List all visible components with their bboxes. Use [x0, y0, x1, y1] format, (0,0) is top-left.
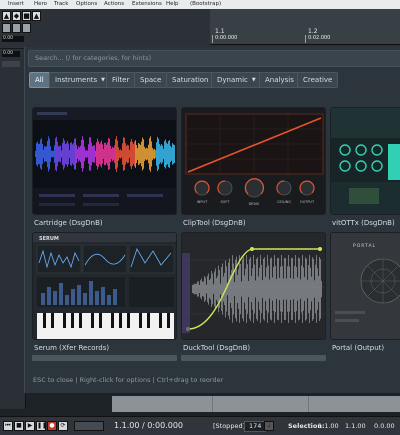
knob-label-input: INPUT — [197, 200, 208, 204]
transport-bar: ⏮ ■ ▶ ❚❚ ● ⟳ 1.1.00 / 0:00.000 [Stopped]… — [0, 416, 400, 435]
menu-insert[interactable]: Insert — [8, 0, 24, 9]
filter-label: Analysis — [265, 76, 294, 84]
portal-logo: PORTAL — [353, 243, 376, 249]
plugin-thumbnail — [32, 107, 177, 215]
plugin-name: Portal (Output) — [332, 344, 385, 352]
filter-label: Filter — [112, 76, 130, 84]
filter-label: Space — [140, 76, 162, 84]
level-display: 0.00 — [2, 36, 24, 42]
menu-track[interactable]: Track — [54, 0, 68, 9]
envelope-tool-icon[interactable]: ◆ — [12, 11, 21, 21]
stop-icon[interactable]: ■ — [14, 421, 24, 431]
transport-position: 1.1.00 / 0:00.000 — [114, 421, 184, 430]
knob-label-soft: SOFT — [220, 200, 230, 204]
plugin-thumbnail: PORTAL — [330, 232, 400, 340]
plugin-thumbnail — [330, 107, 400, 215]
serum-logo: SERUM — [39, 236, 59, 242]
menu-hero[interactable]: Hero — [34, 0, 47, 9]
filter-instruments[interactable]: Instruments ▼ — [49, 72, 112, 88]
lock-icon[interactable] — [22, 23, 31, 33]
grid-line — [212, 396, 213, 412]
metronome-icon[interactable]: ♩ — [264, 421, 274, 431]
plugin-thumbnail — [181, 232, 326, 340]
ruler-mark-1: 1.1 — [215, 28, 225, 35]
plugin-name: vitOTTx (DsgDnB) — [332, 219, 395, 227]
plugin-name: DuckTool (DsgDnB) — [183, 344, 251, 352]
rewind-icon[interactable]: ⏮ — [3, 421, 13, 431]
pause-icon[interactable]: ❚❚ — [36, 421, 47, 431]
track-volume-display: 0.00 — [2, 51, 20, 57]
filter-filter[interactable]: Filter — [106, 72, 136, 88]
menu-help[interactable]: Help — [166, 0, 179, 9]
snap-icon[interactable] — [2, 23, 11, 33]
plugin-name: Cartridge (DsgDnB) — [34, 219, 103, 227]
selection-length[interactable]: 0.0.00 — [374, 421, 395, 431]
menu-actions[interactable]: Actions — [104, 0, 124, 9]
mini-waveform-icon — [74, 421, 104, 431]
ruler-tick — [212, 35, 213, 43]
transport-status: [Stopped] — [213, 422, 246, 430]
knob-label-drive: DRIVE — [249, 202, 260, 206]
plugin-card-partial — [32, 355, 177, 361]
plugin-name: ClipTool (DsgDnB) — [183, 219, 246, 227]
selection-start[interactable]: 1.1.00 — [318, 421, 339, 431]
filter-label: Creative — [303, 76, 333, 84]
track-fx-button[interactable] — [2, 61, 20, 67]
ripple-tool-icon[interactable]: ▲ — [32, 11, 41, 21]
filter-saturation[interactable]: Saturation — [166, 72, 215, 88]
filter-label: Instruments — [55, 76, 98, 84]
dropdown-caret-icon: ▼ — [101, 77, 106, 83]
plugin-browser: Search... (/ for categories, for hints) … — [24, 47, 400, 393]
filter-label: Saturation — [172, 76, 209, 84]
menubar: Insert Hero Track Options Actions Extens… — [0, 0, 400, 9]
filter-label: Dynamic — [217, 76, 248, 84]
ruler-time-2: 0:02.000 — [308, 35, 331, 41]
track-lane[interactable] — [112, 396, 400, 412]
browser-hint-text: ESC to close | Right-click for options |… — [33, 376, 224, 384]
filter-creative[interactable]: Creative — [297, 72, 339, 88]
grid-line — [308, 396, 309, 412]
repeat-icon[interactable]: ⟳ — [58, 421, 68, 431]
knob-label-output: OUTPUT — [300, 200, 315, 204]
ruler-time-1: 0:00.000 — [215, 35, 238, 41]
menu-extensions[interactable]: Extensions — [132, 0, 162, 9]
knob-label-ceiling: CEILING — [277, 200, 291, 204]
filter-space[interactable]: Space — [134, 72, 168, 88]
dropdown-caret-icon: ▼ — [251, 77, 256, 83]
record-icon[interactable]: ● — [47, 421, 57, 431]
selection-end[interactable]: 1.1.00 — [345, 421, 366, 431]
plugin-name: Serum (Xfer Records) — [34, 344, 110, 352]
plugin-search-input[interactable]: Search... (/ for categories, for hints) — [28, 50, 400, 67]
item-tool-icon[interactable]: ■ — [22, 11, 31, 21]
loop-icon[interactable] — [12, 23, 21, 33]
filter-analysis[interactable]: Analysis — [259, 72, 300, 88]
track-control-strip: 0.00 — [0, 49, 26, 409]
plugin-thumbnail: SERUM — [32, 232, 177, 340]
menu-bootstrap[interactable]: (Bootstrap) — [190, 0, 221, 9]
grid-tool-icon[interactable]: ▲ — [2, 11, 11, 21]
ruler-mark-2: 1.2 — [308, 28, 318, 35]
filter-label: All — [35, 76, 44, 84]
play-icon[interactable]: ▶ — [25, 421, 35, 431]
filter-dynamic[interactable]: Dynamic ▼ — [211, 72, 262, 88]
ruler-tick — [305, 35, 306, 43]
plugin-card-partial — [181, 355, 326, 361]
menu-options[interactable]: Options — [76, 0, 97, 9]
filter-all[interactable]: All — [29, 72, 50, 88]
plugin-thumbnail: INPUT SOFT DRIVE CEILING OUTPUT — [181, 107, 326, 215]
timeline-ruler[interactable]: 1.1 0:00.000 1.2 0:02.000 — [210, 9, 400, 45]
